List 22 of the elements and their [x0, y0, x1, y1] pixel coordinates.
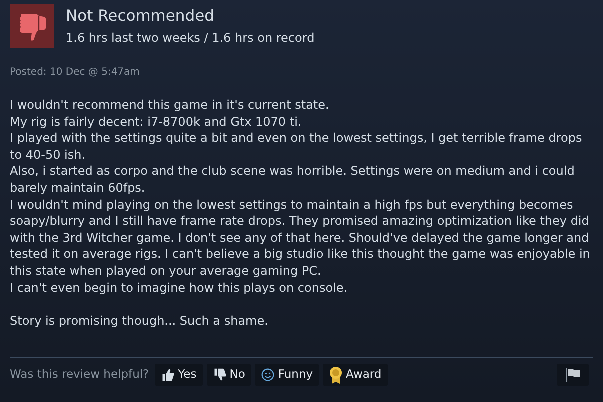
yes-button[interactable]: Yes [155, 364, 203, 386]
review-text: Story is promising though... Such a shame. [10, 312, 270, 330]
thumbs-down-icon [212, 368, 227, 382]
review-text: I played with the settings quite a bit and even on the lowest settings, I get terrible frame drops to 40-50 ish. [10, 130, 584, 164]
award-ribbon-icon [329, 366, 344, 384]
report-flag-button[interactable] [557, 364, 589, 386]
review-text: I wouldn't mind playing on the lowest settings to maintain a high fps but everything becomes soapy/blurry and I still have frame rate drops. They promised amazing optimization like they did with the 3rd Witcher game. I don't see any of that here. Should've delayed the game longer and tested it on average rigs. I can't believe a big studio like this thought the game was enjoyable in this state when played on your average gaming PC. [10, 196, 592, 280]
review-text: My rig is fairly decent: i7-8700k and Gtx 1070 ti. [10, 114, 303, 130]
posted-date: Posted: 10 Dec @ 5:47am [10, 66, 141, 80]
review-text: I wouldn't recommend this game in it's current state. [10, 97, 330, 114]
no-button[interactable]: No [206, 364, 252, 386]
thumbs-up-icon [161, 368, 176, 382]
review-text: Also, i started as corpo and the club scene was horrible. Settings were on medium and i could barely maintain 60fps. [10, 163, 576, 197]
thumbs-down-icon [10, 4, 54, 48]
award-button[interactable]: Award [323, 364, 388, 386]
hours-played: 1.6 hrs last two weeks / 1.6 hrs on record [66, 30, 315, 46]
review-verdict: Not Recommended [66, 6, 216, 26]
helpful-question: Was this review helpful? [10, 366, 150, 384]
smiley-icon [261, 368, 276, 382]
flag-icon [565, 368, 581, 382]
review-text: I can't even begin to imagine how this plays on console. [10, 280, 349, 296]
funny-button[interactable]: Funny [255, 364, 320, 386]
